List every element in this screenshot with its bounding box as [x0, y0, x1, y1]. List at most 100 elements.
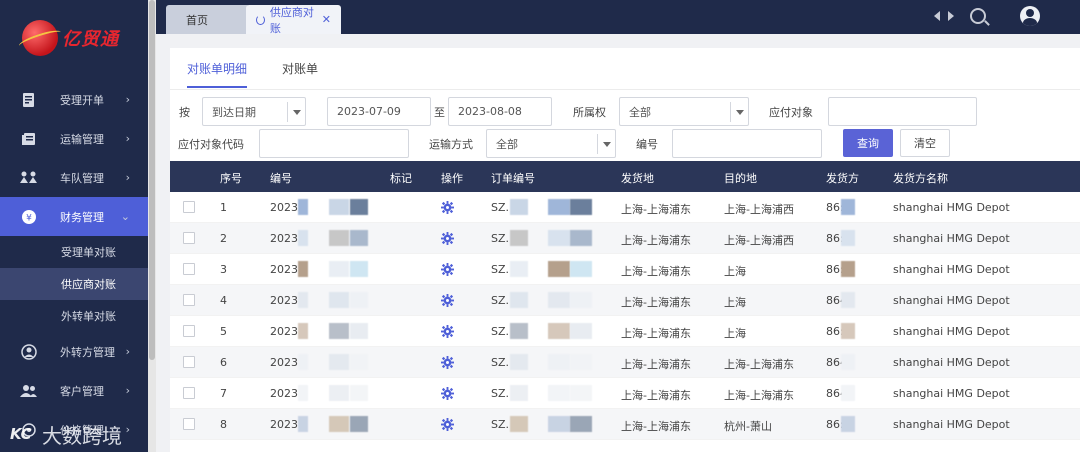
- tab-statement-detail[interactable]: 对账单明细: [187, 60, 248, 88]
- redacted-block: [510, 416, 528, 432]
- transport-select[interactable]: 全部: [486, 129, 616, 158]
- tab-home[interactable]: 首页: [166, 5, 250, 34]
- payee-code-input[interactable]: [259, 129, 409, 158]
- cell-destination: 上海: [724, 327, 746, 340]
- header-origin: 发货地: [621, 172, 654, 185]
- sidebar-subitem-acceptance-reconcile[interactable]: 受理单对账: [0, 236, 148, 268]
- sidebar-item-customer[interactable]: 客户管理 ›: [0, 371, 148, 410]
- gear-icon[interactable]: [441, 387, 454, 400]
- sidebar-item-partner[interactable]: 外转方管理 ›: [0, 332, 148, 371]
- sidebar-item-transport[interactable]: 运输管理 ›: [0, 119, 148, 158]
- gear-icon[interactable]: [441, 294, 454, 307]
- cell-origin: 上海-上海浦东: [621, 389, 691, 402]
- row-checkbox[interactable]: [183, 356, 195, 368]
- cell-order-no: SZ.: [491, 201, 510, 214]
- cell-order-no: SZ.: [491, 418, 510, 431]
- table-row[interactable]: 1 2023 SZ. 上海-上海浦东 上海-上海浦西 86: shanghai HMG De…: [170, 192, 1080, 223]
- redacted-block: [350, 323, 368, 339]
- header-destination: 目的地: [724, 172, 757, 185]
- date-type-select[interactable]: 到达日期: [202, 97, 306, 126]
- sidebar-item-fleet[interactable]: 车队管理 ›: [0, 158, 148, 197]
- search-icon[interactable]: [970, 8, 986, 24]
- row-checkbox[interactable]: [183, 325, 195, 337]
- close-icon[interactable]: ✕: [322, 13, 331, 26]
- chevron-right-icon: ›: [125, 423, 130, 436]
- scrollbar-thumb[interactable]: [149, 0, 155, 360]
- redacted-block: [329, 385, 349, 401]
- svg-text:¥: ¥: [26, 213, 32, 223]
- redacted-block: [298, 323, 308, 339]
- cell-seq: 3: [220, 263, 227, 276]
- gear-icon[interactable]: [441, 325, 454, 338]
- gear-icon[interactable]: [441, 232, 454, 245]
- cell-destination: 上海-上海浦西: [724, 203, 794, 216]
- row-checkbox[interactable]: [183, 294, 195, 306]
- sidebar-subitem-supplier-reconcile[interactable]: 供应商对账: [0, 268, 148, 300]
- sidebar-item-label: 客户管理: [60, 384, 104, 398]
- cell-shipper-name: shanghai HMG Depot: [893, 294, 1010, 307]
- row-checkbox[interactable]: [183, 201, 195, 213]
- row-checkbox[interactable]: [183, 387, 195, 399]
- cell-seq: 2: [220, 232, 227, 245]
- cell-destination: 上海-上海浦东: [724, 358, 794, 371]
- date-from-input[interactable]: 2023-07-09: [327, 97, 431, 126]
- sidebar-scrollbar[interactable]: [148, 0, 156, 452]
- user-avatar-icon[interactable]: [1020, 6, 1040, 26]
- cell-order-no: SZ.: [491, 263, 510, 276]
- watermark: KC 大数跨境: [10, 420, 122, 449]
- gear-icon[interactable]: [441, 263, 454, 276]
- redacted-block: [548, 385, 570, 401]
- redacted-block: [841, 199, 855, 215]
- redacted-block: [329, 292, 349, 308]
- header-action: 操作: [441, 172, 463, 185]
- redacted-block: [548, 323, 570, 339]
- sidebar-item-label: 运输管理: [60, 132, 104, 146]
- gear-icon[interactable]: [441, 356, 454, 369]
- tab-statement[interactable]: 对账单: [282, 60, 318, 77]
- table-row[interactable]: 2 2023 SZ. 上海-上海浦东 上海-上海浦西 86: shanghai HMG De…: [170, 223, 1080, 254]
- cell-destination: 杭州-萧山: [724, 420, 772, 433]
- brand-logo[interactable]: 亿贸通: [22, 18, 119, 58]
- table-row[interactable]: 7 2023 SZ. 上海-上海浦东 上海-上海浦东 864 shanghai HMG De…: [170, 378, 1080, 409]
- date-to-input[interactable]: 2023-08-08: [448, 97, 552, 126]
- form-icon: [20, 91, 38, 109]
- tab-supplier-reconcile[interactable]: 供应商对账 ✕: [246, 5, 341, 35]
- query-button[interactable]: 查询: [843, 129, 893, 157]
- table-row[interactable]: 6 2023 SZ. 上海-上海浦东 上海-上海浦东 864 shanghai HMG De…: [170, 347, 1080, 378]
- cell-origin: 上海-上海浦东: [621, 203, 691, 216]
- redacted-block: [298, 416, 308, 432]
- redacted-block: [570, 261, 592, 277]
- cell-order-no: SZ.: [491, 387, 510, 400]
- header-code: 编号: [270, 172, 292, 185]
- redacted-block: [329, 230, 349, 246]
- number-input[interactable]: [672, 129, 822, 158]
- main-content: 对账单明细 对账单 按 到达日期 2023-07-09 至 2023-08-08…: [156, 34, 1080, 452]
- redacted-block: [548, 230, 570, 246]
- fullscreen-toggle-icon[interactable]: [934, 6, 954, 26]
- gear-icon[interactable]: [441, 418, 454, 431]
- redacted-block: [329, 261, 349, 277]
- refresh-icon: [256, 14, 265, 25]
- clear-button[interactable]: 清空: [900, 129, 950, 157]
- row-checkbox[interactable]: [183, 418, 195, 430]
- table-row[interactable]: 4 2023 SZ. 上海-上海浦东 上海 864 shanghai HMG Depot: [170, 285, 1080, 316]
- redacted-block: [298, 261, 308, 277]
- row-checkbox[interactable]: [183, 263, 195, 275]
- table-row[interactable]: 3 2023 SZ. 上海-上海浦东 上海 86: shanghai HMG Depot: [170, 254, 1080, 285]
- cell-origin: 上海-上海浦东: [621, 296, 691, 309]
- gear-icon[interactable]: [441, 201, 454, 214]
- cell-origin: 上海-上海浦东: [621, 358, 691, 371]
- cell-order-no: SZ.: [491, 356, 510, 369]
- sidebar-subitem-transfer-reconcile[interactable]: 外转单对账: [0, 300, 148, 332]
- payee-input[interactable]: [828, 97, 977, 126]
- table-row[interactable]: 5 2023 SZ. 上海-上海浦东 上海 86: shanghai HMG Depot: [170, 316, 1080, 347]
- sidebar-item-finance[interactable]: ¥ 财务管理 ⌄: [0, 197, 148, 236]
- table-row[interactable]: 8 2023 SZ. 上海-上海浦东 杭州-萧山 86: shanghai HMG Depo…: [170, 409, 1080, 440]
- redacted-block: [510, 199, 528, 215]
- redacted-block: [329, 323, 349, 339]
- owner-select[interactable]: 全部: [619, 97, 749, 126]
- row-checkbox[interactable]: [183, 232, 195, 244]
- redacted-block: [548, 292, 570, 308]
- redacted-block: [548, 416, 570, 432]
- sidebar-item-acceptance[interactable]: 受理开单 ›: [0, 80, 148, 119]
